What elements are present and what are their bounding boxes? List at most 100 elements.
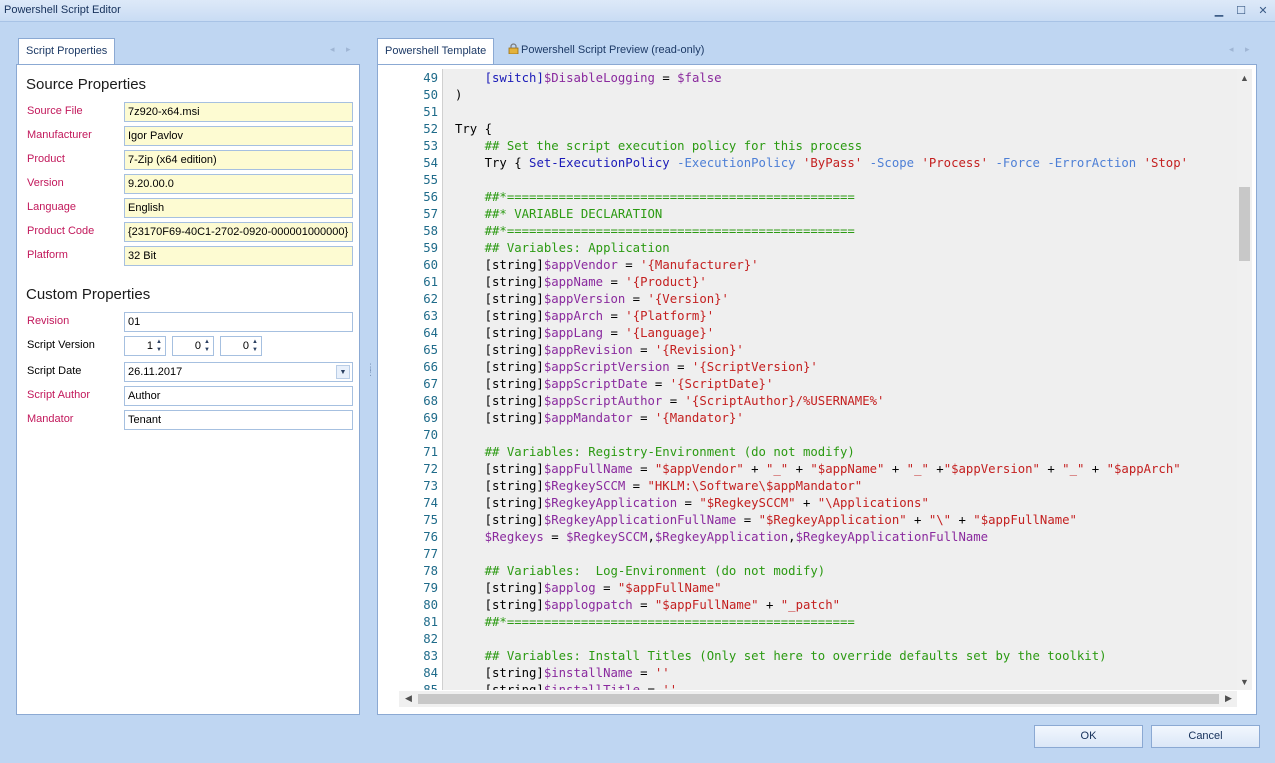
code-token: $RegkeyApplication <box>543 496 678 510</box>
minimize-icon[interactable]: ▁ <box>1209 2 1229 20</box>
code-token: + <box>884 462 907 476</box>
horizontal-scrollbar[interactable]: ◀ ▶ <box>399 691 1237 707</box>
code-token: = <box>603 326 626 340</box>
horizontal-scroll-thumb[interactable] <box>418 694 1219 704</box>
code-line: ## Variables: Log-Environment (do not mo… <box>455 564 826 578</box>
code-line: ## Set the script execution policy for t… <box>455 139 863 153</box>
script-date-picker[interactable]: 26.11.2017 ▼ <box>124 362 353 382</box>
code-token: = <box>617 258 641 272</box>
script-author-input[interactable]: Author <box>124 386 353 406</box>
code-token: $appMandator <box>543 411 633 425</box>
maximize-icon[interactable]: ☐ <box>1231 2 1251 20</box>
code-token: [string] <box>455 513 544 527</box>
chevron-down-icon[interactable]: ▼ <box>336 365 350 379</box>
code-line: ##*=====================================… <box>455 615 855 629</box>
source-property-value[interactable]: Igor Pavlov <box>124 126 353 146</box>
code-line: Try { Set-ExecutionPolicy -ExecutionPoli… <box>455 156 1188 170</box>
version-build-stepper[interactable]: 0 ▲ ▼ <box>220 336 262 356</box>
cancel-button[interactable]: Cancel <box>1151 725 1260 748</box>
code-token: [string] <box>455 462 544 476</box>
line-number: 75 <box>423 513 438 527</box>
code-token: $appVersion <box>543 292 626 306</box>
code-token: + <box>788 462 811 476</box>
code-token: $RegkeyApplicationFullName <box>543 513 737 527</box>
source-property-value[interactable]: 7z920-x64.msi <box>124 102 353 122</box>
tab-script-preview[interactable]: Powershell Script Preview (read-only) <box>501 38 711 64</box>
source-property-value[interactable]: 7-Zip (x64 edition) <box>124 150 353 170</box>
scroll-left-icon[interactable]: ◀ <box>401 691 416 706</box>
code-token: -Force -ErrorAction <box>988 156 1144 170</box>
code-line: Try { <box>455 122 492 136</box>
spin-down-icon[interactable]: ▼ <box>202 346 212 354</box>
source-property-value[interactable]: 9.20.00.0 <box>124 174 353 194</box>
code-token: = <box>603 309 626 323</box>
code-token: + <box>928 462 944 476</box>
code-token: ##*=====================================… <box>455 224 855 238</box>
source-property-row: Language English <box>27 198 353 218</box>
code-token: $appArch <box>543 309 604 323</box>
code-line: [string]$appScriptAuthor = '{ScriptAutho… <box>455 394 885 408</box>
code-line: [string]$appScriptDate = '{ScriptDate}' <box>455 377 774 391</box>
code-token: , <box>647 530 655 544</box>
code-token: = <box>677 496 700 510</box>
tab-script-properties[interactable]: Script Properties <box>18 38 116 64</box>
vertical-scrollbar[interactable]: ▲ ▼ <box>1237 69 1252 690</box>
code-line: [string]$RegkeySCCM = "HKLM:\Software\$a… <box>455 479 863 493</box>
code-token: $appScriptAuthor <box>543 394 663 408</box>
code-line: [string]$installTitle = '' <box>455 683 678 690</box>
tab-scroll-right-icon[interactable]: ▸ <box>1245 44 1250 55</box>
code-token: = <box>662 394 685 408</box>
source-property-row: Manufacturer Igor Pavlov <box>27 126 353 146</box>
line-number: 69 <box>423 411 438 425</box>
vertical-scroll-thumb[interactable] <box>1239 187 1250 261</box>
line-number: 60 <box>423 258 438 272</box>
revision-row: Revision 01 <box>27 312 353 332</box>
code-token: = <box>647 377 670 391</box>
code-line: [string]$applogpatch = "$appFullName" + … <box>455 598 840 612</box>
source-property-value[interactable]: English <box>124 198 353 218</box>
code-editor[interactable]: 49 50 51 52 53 54 55 56 57 58 59 60 61 62 63 64 65 66 67 68… <box>399 69 1237 690</box>
tab-scroll-left-icon[interactable]: ◂ <box>330 44 335 55</box>
spin-up-icon[interactable]: ▲ <box>202 338 212 346</box>
code-token: ## Set the script execution policy for t… <box>455 139 863 153</box>
code-token: $appLang <box>543 326 604 340</box>
code-line: [string]$appName = '{Product}' <box>455 275 707 289</box>
spin-up-icon[interactable]: ▲ <box>250 338 260 346</box>
code-token: '' <box>662 683 678 690</box>
line-number: 52 <box>423 122 438 136</box>
source-property-value[interactable]: 32 Bit <box>124 246 353 266</box>
tab-scroll-left-icon[interactable]: ◂ <box>1229 44 1234 55</box>
code-token: = <box>669 360 692 374</box>
code-token: + <box>795 496 818 510</box>
scroll-down-icon[interactable]: ▼ <box>1237 675 1252 690</box>
code-token: '{Revision}' <box>654 343 744 357</box>
mandator-row: Mandator Tenant <box>27 410 353 430</box>
source-property-label: Version <box>27 177 64 189</box>
panel-splitter[interactable]: ⋮ ⋮ <box>366 363 375 377</box>
line-number: 67 <box>423 377 438 391</box>
scroll-right-icon[interactable]: ▶ <box>1221 691 1236 706</box>
line-number: 71 <box>423 445 438 459</box>
code-token: + <box>906 513 929 527</box>
ok-button[interactable]: OK <box>1034 725 1143 748</box>
tab-scroll-right-icon[interactable]: ▸ <box>346 44 351 55</box>
script-date-label: Script Date <box>27 365 82 377</box>
code-line: [string]$applog = "$appFullName" <box>455 581 722 595</box>
source-property-value[interactable]: {23170F69-40C1-2702-0920-000001000000} <box>124 222 353 242</box>
code-token: = <box>625 292 648 306</box>
version-minor-stepper[interactable]: 0 ▲ ▼ <box>172 336 214 356</box>
tab-powershell-template[interactable]: Powershell Template <box>377 38 495 64</box>
close-icon[interactable]: ✕ <box>1253 2 1273 20</box>
code-token: 'Process' <box>921 156 989 170</box>
scroll-up-icon[interactable]: ▲ <box>1237 71 1252 86</box>
version-major-stepper[interactable]: 1 ▲ ▼ <box>124 336 166 356</box>
spin-up-icon[interactable]: ▲ <box>154 338 164 346</box>
code-token: $applogpatch <box>543 598 633 612</box>
spin-down-icon[interactable]: ▼ <box>250 346 260 354</box>
code-area[interactable]: [switch]$DisableLogging = $false) Try { #… <box>442 69 1237 690</box>
spin-down-icon[interactable]: ▼ <box>154 346 164 354</box>
mandator-input[interactable]: Tenant <box>124 410 353 430</box>
code-line: [switch]$DisableLogging = $false <box>455 71 722 85</box>
revision-input[interactable]: 01 <box>124 312 353 332</box>
code-line: [string]$RegkeyApplicationFullName = "$R… <box>455 513 1077 527</box>
